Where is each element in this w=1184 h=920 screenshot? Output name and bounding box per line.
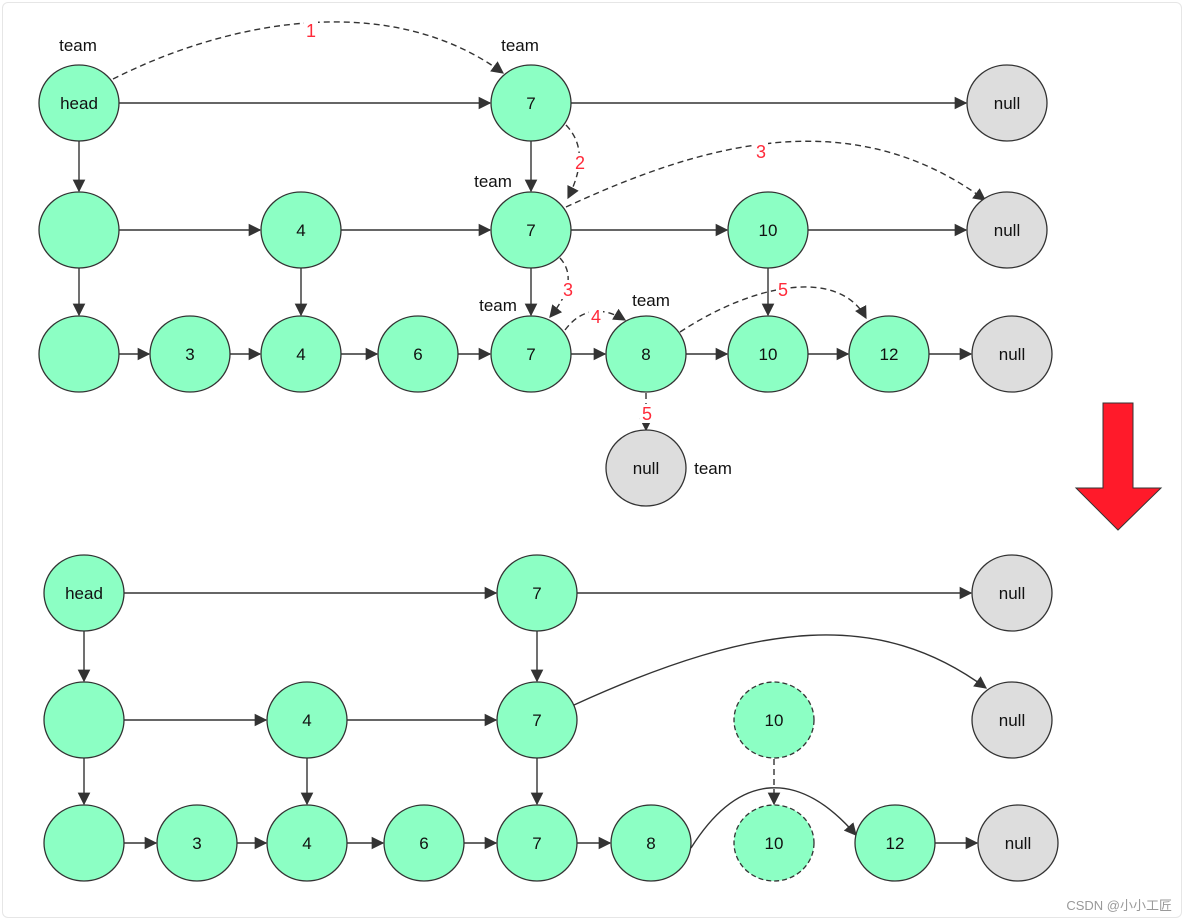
bottom-node: head [43, 554, 125, 632]
top-node: 12 [848, 315, 930, 393]
node-label: 7 [526, 221, 535, 240]
bottom-node: 10 [733, 804, 815, 882]
node-label: 4 [296, 345, 305, 364]
node-label: null [994, 221, 1020, 240]
top-node: head [38, 64, 120, 142]
node-label: null [999, 345, 1025, 364]
node-label: null [994, 94, 1020, 113]
watermark: CSDN @小小工匠 [1066, 898, 1172, 913]
bottom-node: 7 [496, 804, 578, 882]
search-step-number: 2 [575, 153, 585, 173]
node-label: 3 [192, 834, 201, 853]
node-label: null [1005, 834, 1031, 853]
node-label: null [999, 584, 1025, 603]
team-label: team [501, 36, 539, 55]
bottom-node: 4 [266, 804, 348, 882]
team-label: team [479, 296, 517, 315]
node-label: 7 [526, 345, 535, 364]
top-node: 7 [490, 315, 572, 393]
node-label: 7 [532, 711, 541, 730]
team-label: team [694, 459, 732, 478]
top-node [38, 191, 120, 269]
transition-arrow-icon [1074, 402, 1163, 531]
top-null-node: null [966, 64, 1048, 142]
node-label: 7 [532, 834, 541, 853]
search-step-number: 3 [756, 142, 766, 162]
bottom-node: 7 [496, 554, 578, 632]
top-null-node: null [605, 429, 687, 507]
search-step-number: 5 [778, 280, 788, 300]
bottom-null-node: null [977, 804, 1059, 882]
top-node: 6 [377, 315, 459, 393]
top-null-node: null [971, 315, 1053, 393]
bottom-null-node: null [971, 554, 1053, 632]
top-node: 8 [605, 315, 687, 393]
node-label: 10 [759, 221, 778, 240]
node-label: 4 [302, 834, 311, 853]
node-label: 10 [759, 345, 778, 364]
bottom-node: 10 [733, 681, 815, 759]
node-label: 12 [886, 834, 905, 853]
bottom-node: 8 [610, 804, 692, 882]
node-label: 7 [526, 94, 535, 113]
node-label: 4 [296, 221, 305, 240]
node-label: head [65, 584, 103, 603]
node-label: 8 [646, 834, 655, 853]
top-node: 4 [260, 191, 342, 269]
search-step-number: 4 [591, 307, 601, 327]
node-label: 7 [532, 584, 541, 603]
node-label: 3 [185, 345, 194, 364]
top-node: 7 [490, 64, 572, 142]
bottom-node [43, 681, 125, 759]
top-null-node: null [966, 191, 1048, 269]
top-node [38, 315, 120, 393]
team-label: team [59, 36, 97, 55]
top-node: 10 [727, 191, 809, 269]
bottom-node [43, 804, 125, 882]
top-node: 4 [260, 315, 342, 393]
node-label: 4 [302, 711, 311, 730]
top-node: 3 [149, 315, 231, 393]
bottom-node: 4 [266, 681, 348, 759]
bottom-node: 12 [854, 804, 936, 882]
bottom-node: 3 [156, 804, 238, 882]
bottom-null-node: null [971, 681, 1053, 759]
node-label: 10 [765, 711, 784, 730]
node-label: null [633, 459, 659, 478]
bottom-node: 6 [383, 804, 465, 882]
search-step-number: 5 [642, 404, 652, 424]
node-label: 12 [880, 345, 899, 364]
top-node: 10 [727, 315, 809, 393]
node-label: head [60, 94, 98, 113]
search-step-number: 3 [563, 280, 573, 300]
node-label: 10 [765, 834, 784, 853]
search-step-number: 1 [306, 21, 316, 41]
team-label: team [632, 291, 670, 310]
top-node: 7 [490, 191, 572, 269]
node-label: null [999, 711, 1025, 730]
skip-list-diagram: head 7 null4 7 10 null3 4 6 7 8 10 12 nullnullhead 7 n… [38, 21, 1163, 882]
node-label: 8 [641, 345, 650, 364]
node-label: 6 [413, 345, 422, 364]
bottom-node: 7 [496, 681, 578, 759]
team-label: team [474, 172, 512, 191]
node-label: 6 [419, 834, 428, 853]
